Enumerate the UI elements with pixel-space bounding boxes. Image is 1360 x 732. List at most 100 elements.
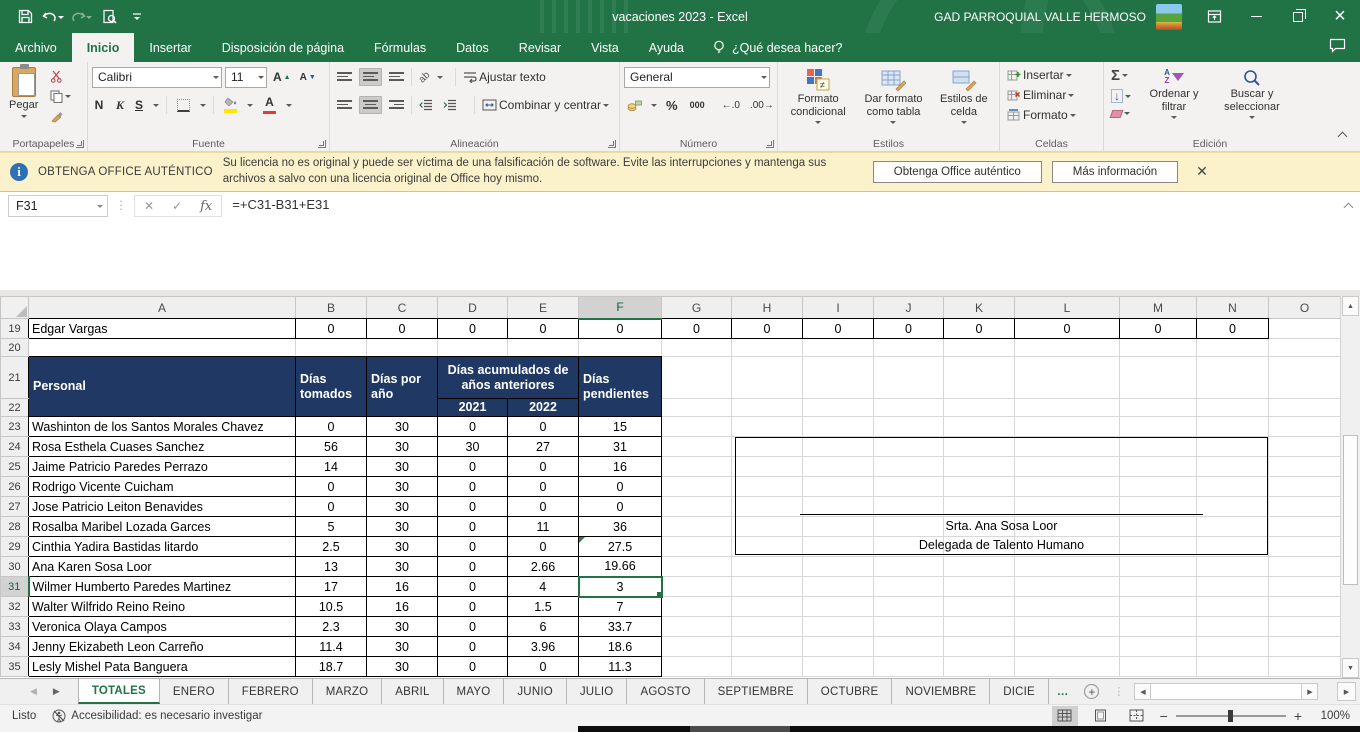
cell[interactable]: [662, 339, 732, 357]
cell[interactable]: 30: [367, 417, 438, 437]
cell[interactable]: 30: [367, 457, 438, 477]
cell[interactable]: [1120, 457, 1197, 477]
cell[interactable]: 0: [438, 577, 508, 597]
cell[interactable]: Lesly Mishel Pata Banguera: [29, 657, 296, 677]
cell[interactable]: 13: [296, 557, 367, 577]
cell[interactable]: [579, 339, 662, 357]
cell[interactable]: [944, 617, 1015, 637]
cell[interactable]: 27.5: [579, 537, 662, 557]
align-right-icon[interactable]: [386, 97, 407, 113]
cell[interactable]: [803, 497, 874, 517]
cell[interactable]: 0: [508, 417, 579, 437]
cell[interactable]: 0: [579, 477, 662, 497]
scroll-down-icon[interactable]: ▼: [1342, 658, 1359, 678]
table-header-personal[interactable]: Personal: [29, 357, 296, 417]
redo-icon[interactable]: [70, 6, 92, 28]
select-all-button[interactable]: [1, 297, 29, 319]
cell[interactable]: 30: [367, 637, 438, 657]
tab-ayuda[interactable]: Ayuda: [634, 33, 699, 62]
cell[interactable]: 18.6: [579, 637, 662, 657]
cell[interactable]: [1120, 357, 1197, 399]
sheet-tab-noviembre[interactable]: NOVIEMBRE: [892, 679, 990, 704]
cell[interactable]: [662, 617, 732, 637]
cell[interactable]: [874, 497, 944, 517]
cell[interactable]: [803, 517, 874, 537]
alignment-dialog-launcher[interactable]: [608, 140, 616, 148]
cell[interactable]: [1269, 537, 1341, 557]
vertical-scroll-thumb[interactable]: [1343, 435, 1358, 585]
cell[interactable]: [1015, 477, 1120, 497]
cell[interactable]: [1120, 517, 1197, 537]
cell[interactable]: Rosalba Maribel Lozada Garces: [29, 517, 296, 537]
shrink-font-icon[interactable]: A▼: [297, 70, 319, 85]
cell[interactable]: [662, 457, 732, 477]
cell[interactable]: [803, 437, 874, 457]
cell[interactable]: [1197, 577, 1269, 597]
cell[interactable]: 2.5: [296, 537, 367, 557]
cell[interactable]: [1120, 577, 1197, 597]
cell[interactable]: [1197, 399, 1269, 417]
cell[interactable]: [1197, 637, 1269, 657]
number-dialog-launcher[interactable]: [766, 140, 774, 148]
comma-style-button[interactable]: 000: [687, 98, 708, 112]
cell[interactable]: [1120, 537, 1197, 557]
sheet-tab-marzo[interactable]: MARZO: [313, 679, 383, 704]
cell[interactable]: [732, 657, 803, 677]
clear-icon[interactable]: [1108, 107, 1134, 120]
cell[interactable]: [662, 417, 732, 437]
row-header-25[interactable]: 25: [1, 457, 29, 477]
cell[interactable]: 0: [296, 497, 367, 517]
cell[interactable]: [874, 339, 944, 357]
cell[interactable]: [662, 497, 732, 517]
sheet-tab-septiembre[interactable]: SEPTIEMBRE: [705, 679, 808, 704]
cell[interactable]: [662, 577, 732, 597]
cell[interactable]: [1197, 437, 1269, 457]
cell[interactable]: [1015, 597, 1120, 617]
cell[interactable]: 30: [367, 437, 438, 457]
cell[interactable]: [874, 537, 944, 557]
cell[interactable]: [874, 457, 944, 477]
table-header-acumulados[interactable]: Días acumulados de años anteriores: [438, 357, 579, 399]
cell[interactable]: [732, 339, 803, 357]
cell[interactable]: [662, 437, 732, 457]
cell[interactable]: [1015, 417, 1120, 437]
scroll-up-icon[interactable]: ▲: [1342, 296, 1359, 316]
autosum-icon[interactable]: Σ: [1108, 66, 1134, 85]
cell[interactable]: [1269, 517, 1341, 537]
close-warning-icon[interactable]: ✕: [1188, 163, 1216, 182]
page-break-view-button[interactable]: [1124, 706, 1150, 726]
sheet-tab-agosto[interactable]: AGOSTO: [627, 679, 704, 704]
cell[interactable]: [1197, 497, 1269, 517]
cell[interactable]: [944, 399, 1015, 417]
cell[interactable]: [1120, 497, 1197, 517]
sheet-tab-julio[interactable]: JULIO: [567, 679, 628, 704]
cell[interactable]: [1269, 657, 1341, 677]
cell[interactable]: 0: [1197, 319, 1269, 339]
cell[interactable]: [874, 517, 944, 537]
cell[interactable]: [944, 497, 1015, 517]
cell[interactable]: 0: [579, 497, 662, 517]
cell[interactable]: 33.7: [579, 617, 662, 637]
cell[interactable]: [1269, 597, 1341, 617]
cell[interactable]: 0: [438, 637, 508, 657]
cell[interactable]: 16: [367, 577, 438, 597]
column-header-G[interactable]: G: [662, 297, 732, 319]
cell[interactable]: 30: [367, 497, 438, 517]
number-format-combo[interactable]: General: [624, 67, 770, 88]
comment-icon[interactable]: [1329, 38, 1346, 58]
column-header-F[interactable]: F: [579, 297, 662, 319]
cell[interactable]: [803, 417, 874, 437]
cell[interactable]: [874, 399, 944, 417]
cell[interactable]: [508, 339, 579, 357]
cell[interactable]: 0: [874, 319, 944, 339]
cell[interactable]: 30: [367, 557, 438, 577]
undo-dropdown[interactable]: [58, 16, 64, 22]
wrap-text-button[interactable]: Ajustar texto: [460, 68, 549, 86]
row-header-26[interactable]: 26: [1, 477, 29, 497]
cell[interactable]: [1015, 517, 1120, 537]
zoom-level[interactable]: 100%: [1312, 710, 1350, 722]
italic-button[interactable]: K: [113, 96, 125, 115]
table-header-dias-tomados[interactable]: Días tomados: [296, 357, 367, 417]
cell[interactable]: [803, 477, 874, 497]
cell[interactable]: [803, 577, 874, 597]
